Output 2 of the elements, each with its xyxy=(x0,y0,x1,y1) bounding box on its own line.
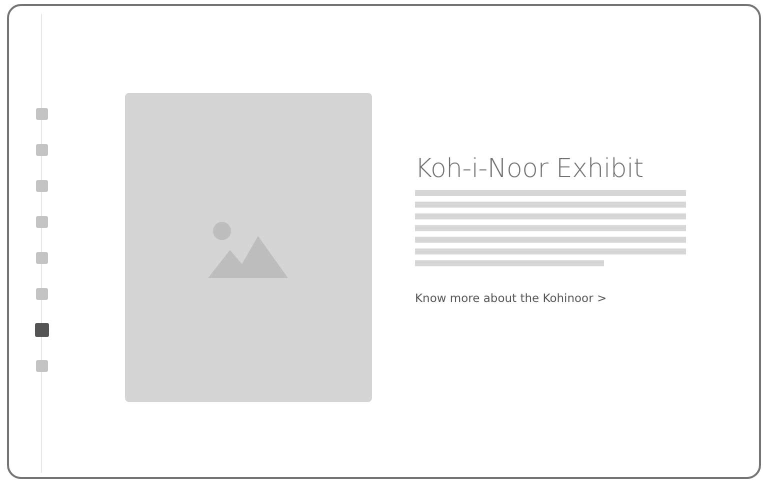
exhibit-title: Koh-i-Noor Exhibit xyxy=(415,154,644,184)
know-more-link[interactable]: Know more about the Kohinoor > xyxy=(415,291,607,305)
